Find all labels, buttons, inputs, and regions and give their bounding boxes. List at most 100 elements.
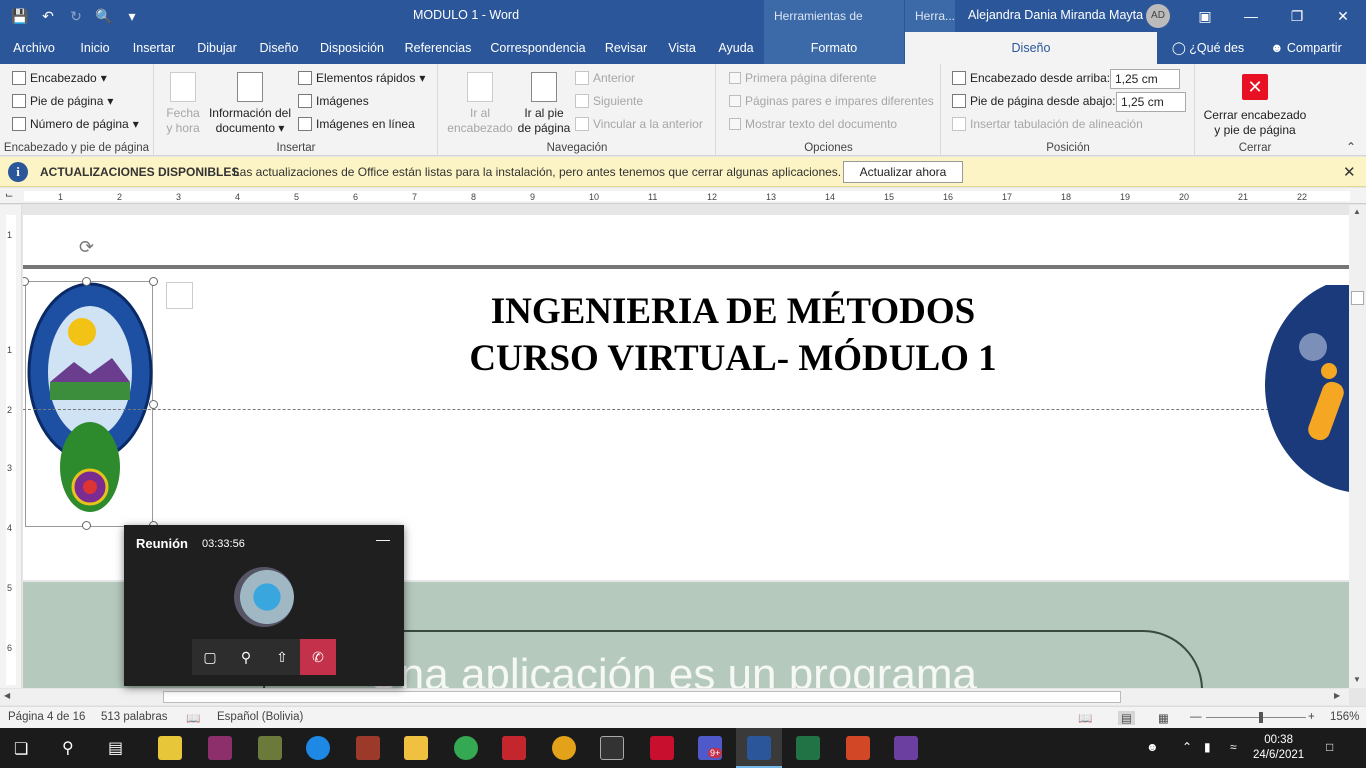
print-layout-icon[interactable]: ▤	[1118, 711, 1135, 725]
resize-handle[interactable]	[149, 400, 158, 409]
start-windows-icon[interactable]: ❏	[14, 739, 28, 759]
mic-muted-icon[interactable]: ⚲	[228, 639, 264, 675]
winrar-icon[interactable]	[208, 736, 232, 760]
resize-handle[interactable]	[82, 521, 91, 530]
word-icon[interactable]	[747, 736, 771, 760]
horizontal-ruler[interactable]: ⌙ 1 2 3 4 5 6 7 8 9 10 11 12 13 14 15 16 17 18 19 20 21 22	[0, 188, 1366, 204]
footer-from-bottom-input[interactable]: 1,25 cm	[1116, 92, 1186, 112]
proofing-icon[interactable]: 📖	[186, 711, 200, 725]
user-avatar[interactable]: AD	[1146, 4, 1170, 28]
different-first-page-checkbox[interactable]: Primera página diferente	[729, 71, 876, 85]
quick-parts-dropdown[interactable]: Elementos rápidos ▾	[298, 71, 425, 85]
read-mode-icon[interactable]: 📖	[1078, 711, 1092, 725]
hang-up-icon[interactable]: ✆	[300, 639, 336, 675]
user-name[interactable]: Alejandra Dania Miranda Mayta	[968, 8, 1143, 22]
show-document-text-checkbox[interactable]: Mostrar texto del documento	[729, 117, 897, 131]
scroll-left-icon[interactable]: ◀	[4, 691, 10, 700]
ribbon-display-options-icon[interactable]: ▣	[1190, 4, 1220, 28]
tab-revisar[interactable]: Revisar	[600, 32, 652, 64]
tab-inicio[interactable]: Inicio	[70, 32, 120, 64]
excel-icon[interactable]	[796, 736, 820, 760]
selected-image-frame[interactable]	[25, 281, 153, 527]
next-button[interactable]: Siguiente	[575, 94, 643, 108]
horizontal-scroll-thumb[interactable]	[163, 691, 1121, 703]
tab-diseno-header-footer[interactable]: Diseño	[905, 32, 1157, 64]
zoom-slider-thumb[interactable]	[1259, 712, 1263, 723]
tab-vista[interactable]: Vista	[662, 32, 702, 64]
task-view-icon[interactable]: ▤	[108, 738, 123, 758]
update-now-button[interactable]: Actualizar ahora	[843, 161, 963, 183]
system-clock[interactable]: 00:38 24/6/2021	[1253, 733, 1304, 763]
link-to-previous-button[interactable]: Vincular a la anterior	[575, 117, 703, 131]
show-hidden-icons-icon[interactable]: ⌃	[1182, 740, 1192, 754]
tab-archivo[interactable]: Archivo	[6, 32, 62, 64]
chrome-profile-icon[interactable]	[552, 736, 576, 760]
print-preview-icon[interactable]: 🔍	[94, 6, 114, 26]
autocad-icon[interactable]	[502, 736, 526, 760]
rotate-handle-icon[interactable]: ⟳	[79, 237, 101, 259]
redo-icon[interactable]: ↻	[66, 6, 86, 26]
word-count[interactable]: 513 palabras	[101, 711, 168, 723]
horizontal-scrollbar[interactable]: ◀ ▶	[0, 689, 1349, 705]
undo-icon[interactable]: ↶	[38, 6, 58, 26]
search-icon[interactable]: ⚲	[62, 738, 74, 758]
tab-formato[interactable]: Formato	[764, 32, 904, 64]
layout-options-icon[interactable]	[166, 282, 193, 309]
share-screen-icon[interactable]: ⇧	[264, 639, 300, 675]
vertical-ruler[interactable]: 1 1 2 3 4 5 6	[0, 205, 22, 688]
footer-dropdown[interactable]: Pie de página ▾	[12, 94, 113, 108]
tab-referencias[interactable]: Referencias	[400, 32, 476, 64]
battery-icon[interactable]: ▮	[1204, 740, 1211, 754]
app-tool-icon[interactable]	[258, 736, 282, 760]
zoom-level[interactable]: 156%	[1330, 711, 1359, 723]
chrome-icon[interactable]	[454, 736, 478, 760]
minimize-meeting-icon[interactable]: —	[376, 531, 390, 547]
close-info-bar-icon[interactable]: ✕	[1343, 163, 1356, 181]
scroll-up-icon[interactable]: ▲	[1353, 207, 1361, 216]
insert-alignment-tab-button[interactable]: Insertar tabulación de alineación	[952, 117, 1143, 131]
people-icon[interactable]: ☻	[1146, 740, 1159, 754]
tab-diseno[interactable]: Diseño	[252, 32, 306, 64]
page-count[interactable]: Página 4 de 16	[8, 711, 85, 723]
teams-meeting-window[interactable]: Reunión 03:33:56 — ▢ ⚲ ⇧ ✆	[124, 525, 404, 686]
online-pictures-button[interactable]: Imágenes en línea	[298, 117, 415, 131]
tab-selector-icon[interactable]: ⌙	[5, 190, 13, 201]
tab-disposicion[interactable]: Disposición	[314, 32, 390, 64]
file-explorer-icon[interactable]	[404, 736, 428, 760]
app-game-icon[interactable]	[356, 736, 380, 760]
app-terminal-icon[interactable]	[600, 736, 624, 760]
collapse-ribbon-icon[interactable]: ⌃	[1346, 140, 1356, 154]
store-icon[interactable]	[158, 736, 182, 760]
date-time-button[interactable]: Fecha y hora	[163, 72, 203, 136]
vertical-scrollbar[interactable]: ▲ ▼	[1349, 205, 1366, 688]
go-to-footer-button[interactable]: Ir al pie de página	[515, 72, 573, 136]
tab-dibujar[interactable]: Dibujar	[190, 32, 244, 64]
pictures-button[interactable]: Imágenes	[298, 94, 369, 108]
page-number-dropdown[interactable]: Número de página ▾	[12, 117, 139, 131]
tab-ayuda[interactable]: Ayuda	[712, 32, 760, 64]
edge-icon[interactable]	[306, 736, 330, 760]
resize-handle[interactable]	[149, 277, 158, 286]
wifi-icon[interactable]: ≈	[1230, 740, 1237, 754]
document-info-button[interactable]: Información del documento ▾	[205, 72, 295, 136]
tab-insertar[interactable]: Insertar	[126, 32, 182, 64]
header-dropdown[interactable]: Encabezado ▾	[12, 71, 107, 85]
notifications-icon[interactable]: □	[1326, 740, 1333, 754]
share-button[interactable]: ☻ Compartir	[1264, 32, 1348, 64]
vertical-scroll-thumb[interactable]	[1351, 291, 1364, 305]
previous-button[interactable]: Anterior	[575, 71, 635, 85]
minimize-icon[interactable]: —	[1236, 4, 1266, 28]
zoom-out-icon[interactable]: —	[1190, 711, 1202, 723]
header-from-top-input[interactable]: 1,25 cm	[1110, 69, 1180, 89]
resize-handle[interactable]	[82, 277, 91, 286]
tell-me-search[interactable]: ◯ ¿Qué des	[1166, 32, 1250, 64]
pdf-app-icon[interactable]	[894, 736, 918, 760]
zoom-slider-track[interactable]	[1206, 717, 1306, 718]
language-indicator[interactable]: Español (Bolivia)	[217, 711, 303, 723]
save-icon[interactable]: 💾	[10, 6, 30, 26]
powerpoint-icon[interactable]	[846, 736, 870, 760]
zoom-in-icon[interactable]: +	[1308, 711, 1315, 723]
camera-off-icon[interactable]: ▢	[192, 639, 228, 675]
tab-correspondencia[interactable]: Correspondencia	[486, 32, 590, 64]
close-header-footer-button[interactable]: ✕ Cerrar encabezado y pie de página	[1200, 74, 1310, 138]
